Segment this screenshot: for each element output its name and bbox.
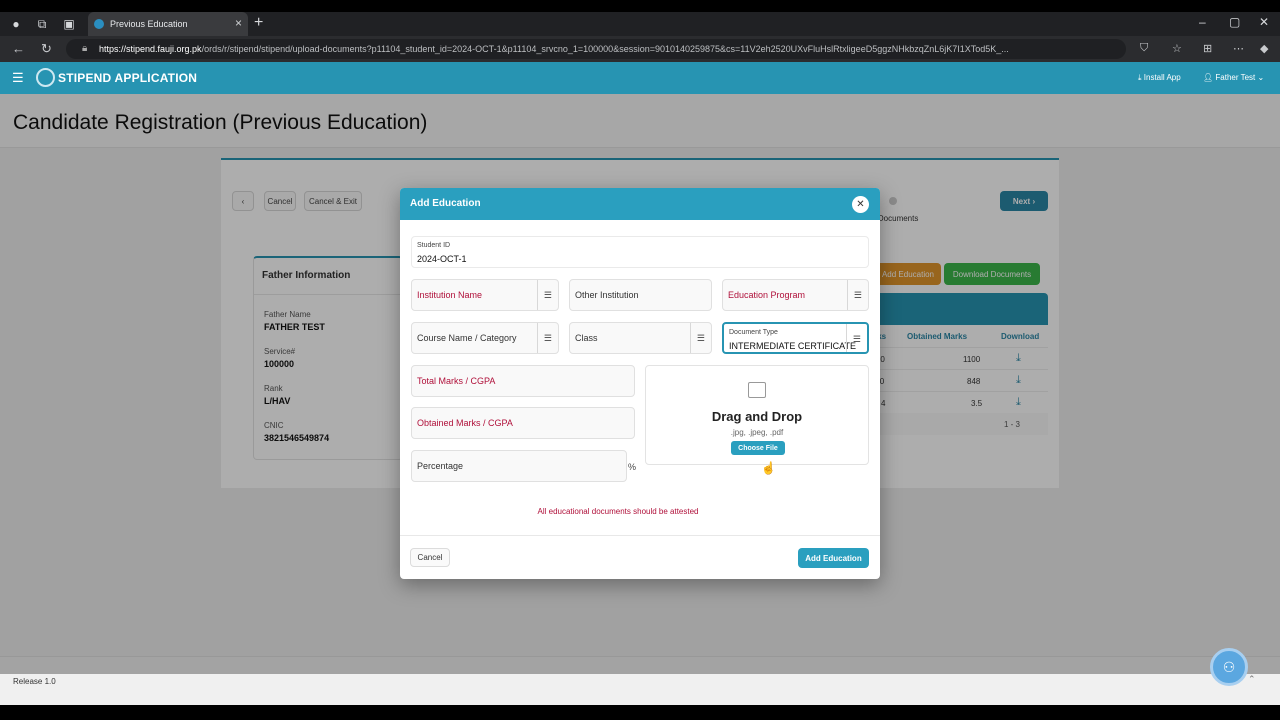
drop-file-types: .jpg, .jpeg, .pdf — [730, 428, 784, 437]
divider — [537, 280, 538, 310]
percentage-field[interactable]: Percentage — [411, 450, 627, 482]
close-icon[interactable]: ✕ — [852, 196, 869, 213]
drop-title: Drag and Drop — [711, 409, 803, 424]
divider — [537, 323, 538, 353]
file-drop-zone[interactable]: Drag and Drop .jpg, .jpeg, .pdf Choose F… — [645, 365, 869, 465]
total-marks-field[interactable]: Total Marks / CGPA — [411, 365, 635, 397]
document-type-value: INTERMEDIATE CERTIFICATE — [729, 341, 857, 351]
collections-icon[interactable]: ⊞ — [1203, 42, 1217, 56]
new-tab-icon[interactable]: + — [254, 14, 263, 32]
dialog-add-education-button[interactable]: Add Education — [798, 548, 869, 568]
scroll-top-icon[interactable]: ⌃ — [1248, 674, 1256, 685]
favorites-icon[interactable]: ☆ — [1172, 42, 1186, 56]
dialog-header: Add Education ✕ — [400, 188, 880, 220]
list-icon[interactable]: ☰ — [854, 290, 862, 301]
add-education-dialog: Add Education ✕ Student ID 2024-OCT-1 In… — [400, 188, 880, 579]
list-icon[interactable]: ☰ — [853, 334, 861, 345]
site-favicon-icon — [94, 19, 104, 29]
window-close-icon[interactable]: ✕ — [1259, 15, 1269, 29]
user-name-label: Father Test — [1215, 73, 1256, 82]
choose-file-button[interactable]: Choose File — [731, 441, 785, 455]
other-institution-placeholder: Other Institution — [575, 290, 639, 300]
course-name-placeholder: Course Name / Category — [417, 333, 517, 343]
dialog-cancel-button[interactable]: Cancel — [410, 548, 450, 567]
student-id-field[interactable]: Student ID 2024-OCT-1 — [411, 236, 869, 268]
divider — [690, 323, 691, 353]
hand-cursor-icon: ☝ — [761, 461, 776, 475]
student-id-value: 2024-OCT-1 — [417, 254, 467, 264]
url-field[interactable]: 🔒︎ https://stipend.fauji.org.pk/ords/r/s… — [66, 39, 1126, 59]
workspaces-icon[interactable]: ⧉ — [34, 16, 50, 32]
reload-icon[interactable]: ↻ — [41, 41, 52, 57]
user-menu-button[interactable]: 👤︎ Father Test ⌄ — [1203, 73, 1264, 82]
app-title: STIPEND APPLICATION — [58, 71, 198, 85]
lock-icon: 🔒︎ — [82, 43, 88, 54]
minimize-icon[interactable]: – — [1199, 15, 1206, 29]
class-select[interactable]: Class ☰ — [569, 322, 712, 354]
percentage-placeholder: Percentage — [417, 461, 464, 471]
back-icon[interactable]: ← — [12, 41, 25, 56]
student-id-label: Student ID — [417, 242, 451, 249]
maximize-icon[interactable]: ▢ — [1229, 15, 1240, 29]
other-institution-field[interactable]: Other Institution — [569, 279, 712, 311]
browser-address-bar: ← ↻ 🔒︎ https://stipend.fauji.org.pk/ords… — [0, 36, 1280, 62]
install-app-button[interactable]: ⤓ Install App — [1138, 73, 1181, 83]
extensions-icon[interactable]: ⋯ — [1233, 42, 1247, 56]
list-icon[interactable]: ☰ — [544, 333, 552, 344]
document-type-label: Document Type — [729, 329, 778, 336]
tab-actions-icon[interactable]: ▣ — [61, 16, 77, 32]
list-icon[interactable]: ☰ — [697, 333, 705, 344]
education-program-placeholder: Education Program — [728, 290, 806, 300]
menu-icon[interactable]: ☰ — [12, 70, 24, 86]
document-type-select[interactable]: Document Type INTERMEDIATE CERTIFICATE ☰ — [722, 322, 869, 354]
obtained-marks-field[interactable]: Obtained Marks / CGPA — [411, 407, 635, 439]
file-search-icon — [748, 382, 766, 398]
institution-name-select[interactable]: Institution Name ☰ — [411, 279, 559, 311]
class-placeholder: Class — [575, 333, 598, 343]
obtained-marks-placeholder: Obtained Marks / CGPA — [417, 418, 513, 428]
institution-name-placeholder: Institution Name — [417, 290, 483, 300]
url-path: /ords/r/stipend/stipend/upload-documents… — [201, 44, 1009, 54]
shield-icon[interactable]: ⛉ — [1140, 42, 1154, 56]
dialog-footer-divider — [400, 535, 880, 536]
browser-tab-bar: ● ⧉ ▣ Previous Education × + – ▢ ✕ — [0, 12, 1280, 36]
app-header: ☰ STIPEND APPLICATION ⤓ Install App 👤︎ F… — [0, 62, 1280, 94]
attestation-note: All educational documents should be atte… — [537, 507, 699, 516]
dialog-title: Add Education — [410, 198, 481, 209]
app-logo — [36, 68, 55, 87]
url-host: https://stipend.fauji.org.pk — [99, 44, 202, 54]
total-marks-placeholder: Total Marks / CGPA — [417, 376, 496, 386]
education-program-select[interactable]: Education Program ☰ — [722, 279, 869, 311]
release-label: Release 1.0 — [13, 677, 56, 686]
list-icon[interactable]: ☰ — [544, 290, 552, 301]
course-name-select[interactable]: Course Name / Category ☰ — [411, 322, 559, 354]
install-app-label: Install App — [1143, 73, 1181, 82]
chat-assistant-button[interactable]: ⚇ — [1210, 648, 1248, 686]
close-tab-icon[interactable]: × — [235, 16, 242, 30]
browser-tab-active[interactable]: Previous Education × — [88, 12, 248, 36]
profile-icon[interactable]: ● — [8, 16, 24, 32]
divider — [846, 324, 847, 352]
chat-assistant-icon: ⚇ — [1222, 658, 1236, 675]
divider — [847, 280, 848, 310]
browser-tab-title: Previous Education — [110, 19, 188, 29]
percent-sign: % — [628, 462, 637, 472]
copilot-icon[interactable]: ◆ — [1260, 42, 1274, 56]
